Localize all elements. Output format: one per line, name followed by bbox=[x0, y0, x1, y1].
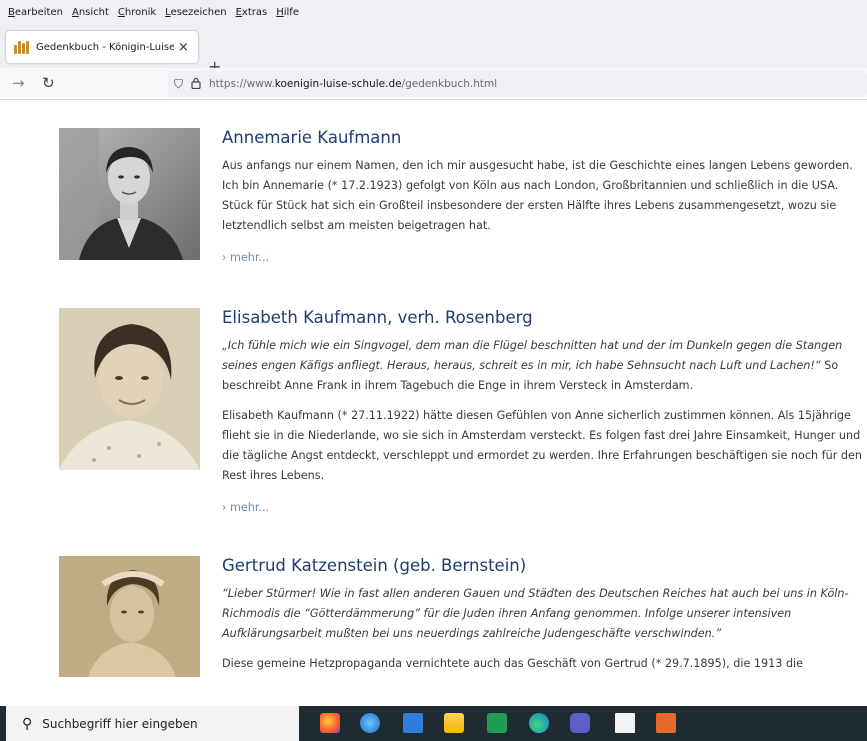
menu-bar: Bearbeiten Ansicht Chronik Lesezeichen E… bbox=[0, 0, 867, 24]
firefox-icon[interactable] bbox=[320, 713, 340, 733]
app-icon[interactable] bbox=[656, 713, 676, 733]
stuermer-quote: “Lieber Stürmer! Wie in fast allen ander… bbox=[222, 587, 849, 640]
shield-icon[interactable]: ⛉ bbox=[174, 77, 183, 92]
entry-summary: Diese gemeine Hetzpropaganda vernichtete… bbox=[222, 657, 804, 670]
tab-bar: Gedenkbuch - Königin-Luise-Sc × + bbox=[0, 24, 867, 76]
anne-frank-quote: „Ich fühle mich wie ein Singvogel, dem m… bbox=[222, 339, 843, 372]
notepad-icon[interactable] bbox=[403, 713, 423, 733]
menu-bearbeiten[interactable]: Bearbeiten bbox=[8, 7, 63, 18]
document-icon[interactable] bbox=[615, 713, 635, 733]
search-icon: ⚲ bbox=[22, 715, 33, 732]
url-prefix: https://www. bbox=[209, 78, 275, 90]
windows-taskbar: ⚲ Suchbegriff hier eingeben bbox=[0, 706, 867, 741]
entry-quote-paragraph: „Ich fühle mich wie ein Singvogel, dem m… bbox=[222, 336, 862, 396]
person-name[interactable]: Elisabeth Kaufmann, verh. Rosenberg bbox=[222, 308, 862, 327]
menu-hilfe[interactable]: Hilfe bbox=[276, 7, 299, 18]
menu-ansicht[interactable]: Ansicht bbox=[72, 7, 109, 18]
tab-close-icon[interactable]: × bbox=[178, 40, 189, 55]
entry-summary: Aus anfangs nur einem Namen, den ich mir… bbox=[222, 159, 853, 232]
spreadsheet-icon[interactable] bbox=[487, 713, 507, 733]
edge-icon[interactable] bbox=[529, 713, 549, 733]
nav-bar: → ↻ ⛉ https://www. koenigin-luise-schule.… bbox=[0, 68, 867, 100]
portrait-photo[interactable] bbox=[59, 556, 200, 677]
person-name[interactable]: Annemarie Kaufmann bbox=[222, 128, 862, 147]
edge-legacy-icon[interactable] bbox=[360, 713, 380, 733]
tab-gedenkbuch[interactable]: Gedenkbuch - Königin-Luise-Sc × bbox=[6, 31, 198, 63]
file-explorer-icon[interactable] bbox=[444, 713, 464, 733]
url-bar[interactable]: ⛉ https://www. koenigin-luise-schule.de/g… bbox=[168, 71, 867, 97]
page-content: Annemarie Kaufmann Aus anfangs nur einem… bbox=[0, 101, 867, 677]
teams-icon[interactable] bbox=[570, 713, 590, 733]
more-link[interactable]: › mehr... bbox=[222, 501, 269, 514]
site-favicon-icon bbox=[14, 40, 30, 54]
lock-icon[interactable] bbox=[191, 77, 201, 92]
search-placeholder: Suchbegriff hier eingeben bbox=[42, 716, 198, 731]
tab-title: Gedenkbuch - Königin-Luise-Sc bbox=[36, 41, 174, 53]
portrait-photo[interactable] bbox=[59, 128, 200, 260]
menu-lesezeichen[interactable]: Lesezeichen bbox=[165, 7, 226, 18]
forward-icon[interactable]: → bbox=[12, 74, 25, 92]
menu-extras[interactable]: Extras bbox=[236, 7, 268, 18]
entry-summary: Elisabeth Kaufmann (* 27.11.1922) hätte … bbox=[222, 409, 862, 482]
url-host: koenigin-luise-schule.de bbox=[274, 78, 402, 90]
more-link[interactable]: › mehr... bbox=[222, 251, 269, 264]
menu-chronik[interactable]: Chronik bbox=[118, 7, 156, 18]
taskbar-search-input[interactable]: ⚲ Suchbegriff hier eingeben bbox=[6, 706, 299, 741]
person-name[interactable]: Gertrud Katzenstein (geb. Bernstein) bbox=[222, 556, 862, 575]
url-path: /gedenkbuch.html bbox=[401, 78, 498, 90]
portrait-photo[interactable] bbox=[59, 308, 200, 470]
reload-icon[interactable]: ↻ bbox=[42, 74, 55, 92]
